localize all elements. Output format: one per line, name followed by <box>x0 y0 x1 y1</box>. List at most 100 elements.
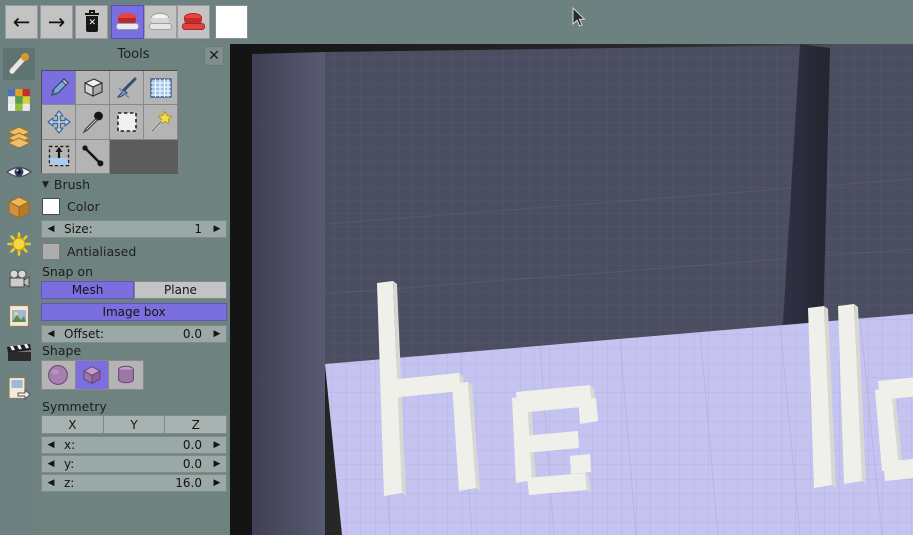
tool-magic-wand[interactable] <box>144 105 178 139</box>
chevron-down-icon: ▼ <box>42 180 49 190</box>
antialiased-checkbox[interactable] <box>42 243 60 260</box>
box-left-wall <box>252 52 325 535</box>
tool-slot-empty-2 <box>144 140 178 174</box>
shape-cylinder-button[interactable] <box>109 361 143 389</box>
sidebar-item-palette[interactable] <box>3 84 35 116</box>
cylinder-icon <box>114 363 138 387</box>
brush-size-stepper[interactable]: ◀ Size: 1 ▶ <box>41 220 227 238</box>
cube-shape-icon <box>80 363 104 387</box>
stepper-right-icon[interactable]: ▶ <box>208 459 226 469</box>
sphere-icon <box>46 363 70 387</box>
line-icon <box>81 144 105 168</box>
stepper-right-icon[interactable]: ▶ <box>208 440 226 450</box>
mode-add-button[interactable] <box>111 5 144 39</box>
sidebar-item-camera[interactable] <box>3 264 35 296</box>
top-toolbar: ← → ✕ <box>0 0 913 44</box>
arrow-left-icon: ← <box>13 12 31 33</box>
close-icon[interactable]: ✕ <box>204 46 224 66</box>
mode-paint-button[interactable] <box>177 5 210 39</box>
extrude-icon <box>47 144 71 168</box>
stamp-add-icon <box>116 13 140 31</box>
shape-sphere-button[interactable] <box>42 361 76 389</box>
brush-size-label: Size: <box>60 222 93 236</box>
symmetry-col-y[interactable]: Y <box>104 416 166 433</box>
symmetry-x-label: x: <box>60 438 75 452</box>
laser-icon <box>115 76 139 100</box>
sidebar-item-view[interactable] <box>3 156 35 188</box>
3d-viewport[interactable] <box>230 44 913 535</box>
mode-sub-button[interactable] <box>144 5 177 39</box>
brush-label: Brush <box>54 177 90 192</box>
color-swatch[interactable] <box>215 5 248 39</box>
shape-cube-button[interactable] <box>76 361 110 389</box>
symmetry-z-stepper[interactable]: ◀ z: 16.0 ▶ <box>41 474 227 492</box>
stepper-right-icon[interactable]: ▶ <box>208 329 226 339</box>
cube-tool-icon <box>81 77 105 99</box>
stepper-right-icon[interactable]: ▶ <box>208 478 226 488</box>
clapboard-icon <box>6 341 32 363</box>
brush-color-swatch[interactable] <box>42 198 60 215</box>
symmetry-z-label: z: <box>60 476 74 490</box>
sidebar-item-export[interactable] <box>3 372 35 404</box>
stepper-left-icon[interactable]: ◀ <box>42 224 60 234</box>
symmetry-y-label: y: <box>60 457 74 471</box>
brush-size-value: 1 <box>93 222 208 236</box>
stamp-erase-icon <box>149 13 173 31</box>
stepper-left-icon[interactable]: ◀ <box>42 329 60 339</box>
tool-line[interactable] <box>76 140 110 174</box>
icon-rail <box>0 44 37 535</box>
sidebar-item-light[interactable] <box>3 228 35 260</box>
tool-plane[interactable] <box>144 71 178 105</box>
snap-offset-stepper[interactable]: ◀ Offset: 0.0 ▶ <box>41 325 227 343</box>
brush-icon <box>6 51 32 77</box>
tool-shape[interactable] <box>76 71 110 105</box>
panel-title: Tools <box>37 47 230 62</box>
brush-section-label[interactable]: ▼ Brush <box>42 177 90 192</box>
sidebar-item-animation[interactable] <box>3 336 35 368</box>
tool-grid <box>41 70 177 173</box>
snap-mesh-button[interactable]: Mesh <box>41 281 134 299</box>
camera-icon <box>7 269 31 291</box>
symmetry-col-x[interactable]: X <box>42 416 104 433</box>
sidebar-item-tools[interactable] <box>3 48 35 80</box>
antialiased-row: Antialiased <box>42 243 136 260</box>
symmetry-y-stepper[interactable]: ◀ y: 0.0 ▶ <box>41 455 227 473</box>
sidebar-item-layers[interactable] <box>3 120 35 152</box>
symmetry-header: X Y Z <box>41 415 227 434</box>
move-icon <box>47 110 71 134</box>
panel-header: Tools ✕ <box>37 44 230 70</box>
stepper-left-icon[interactable]: ◀ <box>42 459 60 469</box>
stepper-left-icon[interactable]: ◀ <box>42 440 60 450</box>
image-icon <box>8 304 30 328</box>
symmetry-col-z[interactable]: Z <box>165 416 226 433</box>
tool-laser[interactable] <box>110 71 144 105</box>
symmetry-x-stepper[interactable]: ◀ x: 0.0 ▶ <box>41 436 227 454</box>
delete-button[interactable]: ✕ <box>75 5 108 39</box>
snap-offset-value: 0.0 <box>104 327 208 341</box>
marquee-icon <box>115 110 139 134</box>
snap-image-box-button[interactable]: Image box <box>41 303 227 321</box>
snap-target-group: Mesh Plane <box>41 281 227 299</box>
stepper-left-icon[interactable]: ◀ <box>42 478 60 488</box>
tool-pick-color[interactable] <box>76 105 110 139</box>
redo-button[interactable]: → <box>40 5 73 39</box>
sidebar-item-render[interactable] <box>3 192 35 224</box>
tool-selection[interactable] <box>110 105 144 139</box>
sidebar-item-image[interactable] <box>3 300 35 332</box>
tool-brush[interactable] <box>42 71 76 105</box>
brush-color-row: Color <box>42 198 100 215</box>
trash-icon: ✕ <box>84 13 100 32</box>
tools-panel: Tools ✕ <box>37 44 230 535</box>
grid-plane-icon <box>149 77 173 99</box>
undo-button[interactable]: ← <box>5 5 38 39</box>
snap-section-label: Snap on <box>42 264 93 279</box>
tool-slot-empty-1 <box>110 140 144 174</box>
stepper-right-icon[interactable]: ▶ <box>208 224 226 234</box>
pencil-icon <box>47 76 71 100</box>
tool-move[interactable] <box>42 105 76 139</box>
snap-plane-button[interactable]: Plane <box>134 281 227 299</box>
symmetry-x-value: 0.0 <box>75 438 208 452</box>
viewport-left-shadow <box>230 44 252 535</box>
tool-extrude[interactable] <box>42 140 76 174</box>
shape-options <box>41 360 144 390</box>
